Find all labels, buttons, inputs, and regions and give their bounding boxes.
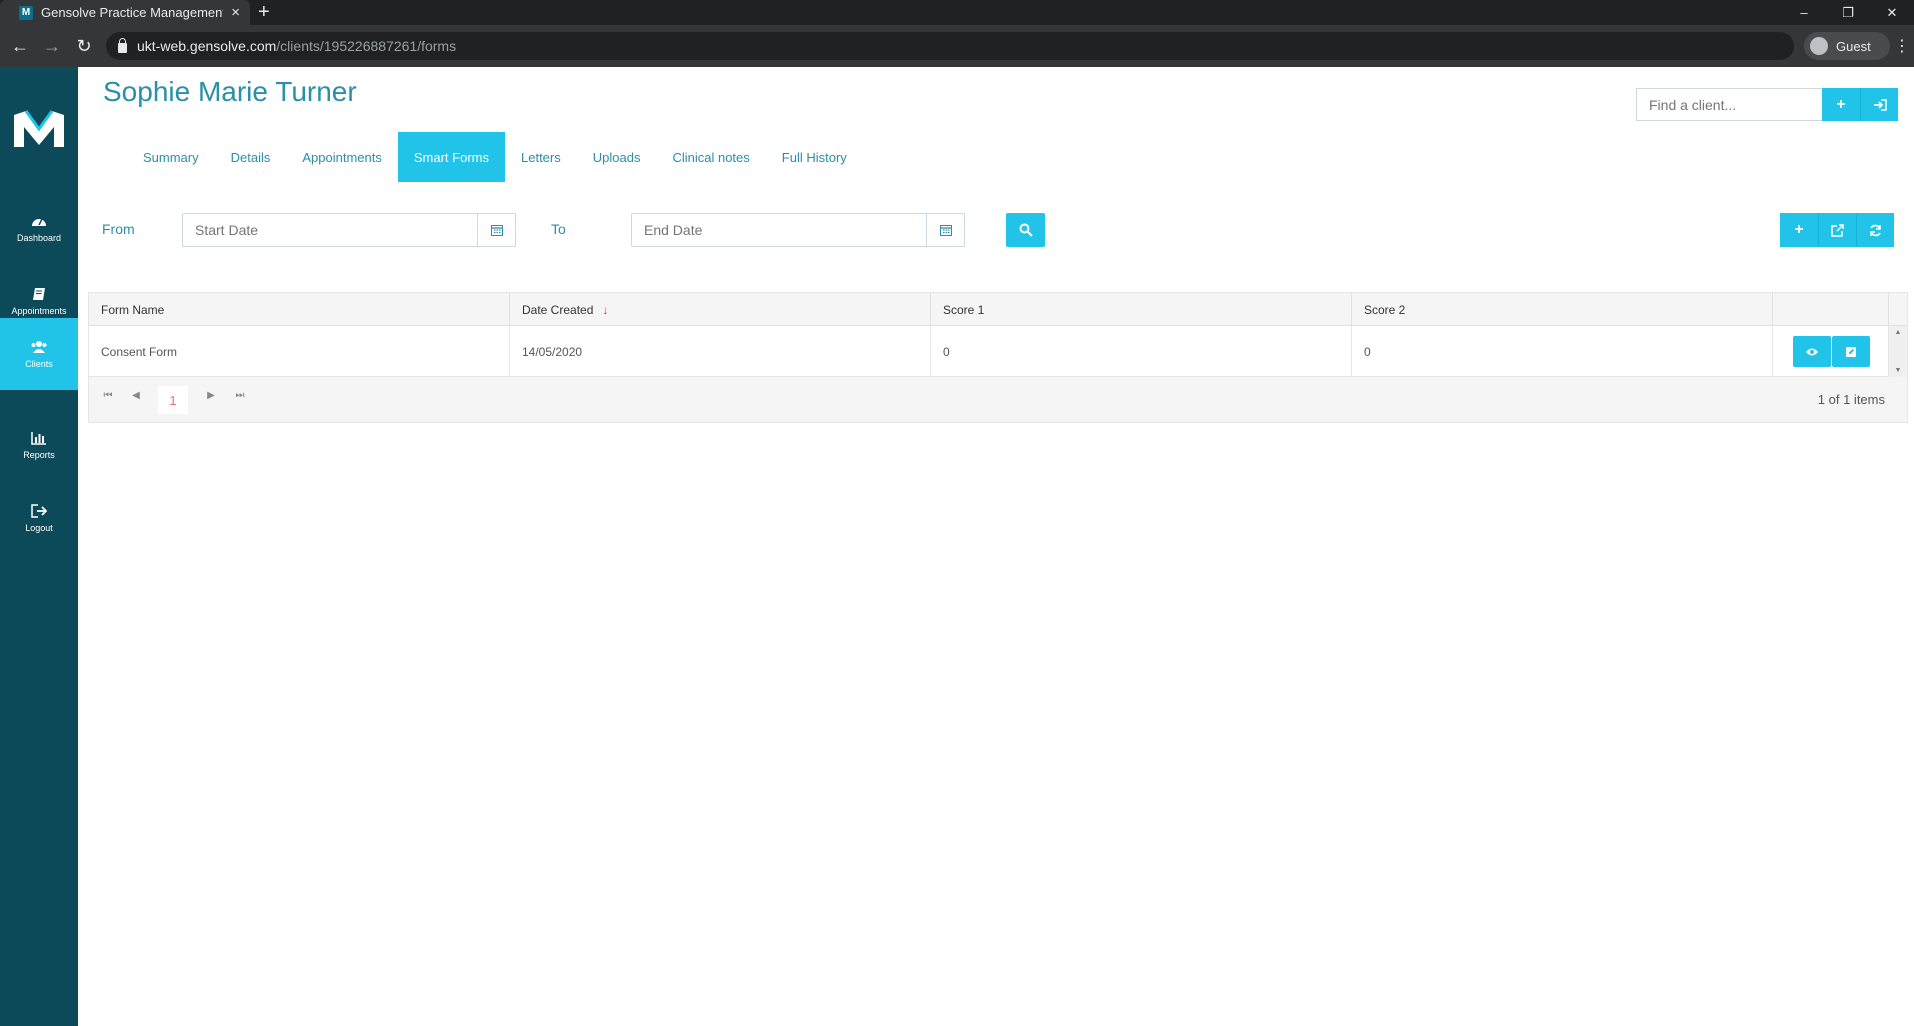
cell-actions (1773, 326, 1889, 377)
open-external-button[interactable] (1818, 213, 1856, 247)
sidebar-item-clients[interactable]: Clients (0, 318, 78, 390)
grid-actions: + (1780, 213, 1894, 247)
bar-chart-icon (31, 431, 46, 445)
last-page-icon[interactable]: ⏭ (231, 390, 249, 401)
url-host: ukt-web.gensolve.com (137, 38, 277, 54)
browser-tab[interactable]: M Gensolve Practice Management × (0, 0, 250, 25)
scroll-down-icon[interactable]: ▼ (1889, 367, 1907, 374)
column-header-score-2[interactable]: Score 2 (1352, 293, 1773, 326)
avatar-icon (1810, 37, 1828, 55)
sidebar-item-label: Dashboard (16, 232, 62, 243)
browser-toolbar: ← → ↻ ukt-web.gensolve.com/clients/19522… (0, 25, 1914, 67)
edit-form-button[interactable] (1832, 336, 1870, 367)
plus-icon: + (1794, 221, 1804, 238)
browser-tab-bar: M Gensolve Practice Management × + – ❐ ✕ (0, 0, 1914, 25)
restore-icon[interactable]: ❐ (1826, 0, 1870, 25)
reload-icon[interactable]: ↻ (70, 25, 98, 67)
end-date-input[interactable] (632, 214, 926, 246)
refresh-icon (1870, 224, 1881, 236)
url-path: /clients/195226887261/forms (276, 38, 457, 54)
edit-icon (1846, 346, 1856, 357)
page-title: Sophie Marie Turner (103, 76, 357, 107)
sidebar-item-dashboard[interactable]: Dashboard (0, 192, 78, 264)
find-client-input[interactable] (1636, 88, 1822, 121)
cell-form-name: Consent Form (89, 326, 510, 377)
new-tab-icon[interactable]: + (258, 1, 270, 23)
tab-letters[interactable]: Letters (505, 132, 577, 182)
current-page[interactable]: 1 (158, 386, 188, 414)
refresh-button[interactable] (1856, 213, 1894, 247)
column-header-score-1[interactable]: Score 1 (931, 293, 1352, 326)
cell-date-created: 14/05/2020 (510, 326, 931, 377)
sidebar-item-label: Logout (25, 522, 53, 533)
pager: ⏮ ◀ 1 ▶ ⏭ 1 of 1 items (89, 377, 1907, 422)
scroll-up-icon[interactable]: ▲ (1889, 329, 1907, 336)
cell-score-2: 0 (1352, 326, 1773, 377)
search-button[interactable] (1006, 213, 1045, 247)
sidebar-item-logout[interactable]: Logout (0, 482, 78, 554)
add-client-button[interactable]: + (1822, 88, 1860, 121)
tab-title: Gensolve Practice Management (41, 5, 224, 20)
plus-icon: + (1836, 95, 1846, 113)
column-header-actions (1773, 293, 1889, 326)
next-page-icon[interactable]: ▶ (202, 390, 220, 401)
minimize-icon[interactable]: – (1782, 0, 1826, 25)
start-date-picker (182, 213, 516, 247)
open-client-button[interactable] (1860, 88, 1898, 121)
tab-summary[interactable]: Summary (127, 132, 215, 182)
tab-appointments[interactable]: Appointments (286, 132, 398, 182)
add-form-button[interactable]: + (1780, 213, 1818, 247)
calendar-icon[interactable] (926, 214, 964, 246)
grid-scrollbar[interactable]: ▲ ▼ (1889, 326, 1907, 377)
users-icon (31, 340, 47, 353)
logo-icon (14, 110, 64, 147)
sign-out-icon (31, 503, 47, 518)
first-page-icon[interactable]: ⏮ (99, 390, 117, 401)
tab-clinical-notes[interactable]: Clinical notes (656, 132, 765, 182)
profile-label: Guest (1836, 38, 1871, 54)
window-close-icon[interactable]: ✕ (1870, 0, 1914, 25)
search-icon (1019, 223, 1033, 237)
prev-page-icon[interactable]: ◀ (127, 390, 145, 401)
sort-descending-icon: ↓ (602, 302, 609, 317)
forward-icon[interactable]: → (38, 25, 66, 67)
view-form-button[interactable] (1793, 336, 1831, 367)
tab-uploads[interactable]: Uploads (577, 132, 657, 182)
sidebar-item-label: Appointments (11, 305, 67, 316)
tab-full-history[interactable]: Full History (766, 132, 863, 182)
to-label: To (551, 221, 566, 237)
forms-grid: Form Name Date Created ↓ Score 1 Score 2… (88, 292, 1908, 423)
start-date-input[interactable] (183, 214, 477, 246)
sidebar-item-label: Reports (23, 449, 55, 460)
find-client: + (1636, 88, 1898, 121)
book-icon (33, 287, 45, 300)
tab-details[interactable]: Details (215, 132, 287, 182)
lock-icon (118, 37, 127, 53)
menu-icon[interactable]: ⋮ (1890, 25, 1914, 67)
column-header-date-created[interactable]: Date Created ↓ (510, 293, 931, 326)
tab-smart-forms[interactable]: Smart Forms (397, 132, 505, 182)
sidebar: Dashboard Appointments Clients Reports L… (0, 67, 78, 1026)
table-row[interactable]: Consent Form 14/05/2020 0 0 (89, 326, 1907, 377)
grid-header: Form Name Date Created ↓ Score 1 Score 2 (89, 293, 1907, 326)
external-link-icon (1831, 223, 1844, 237)
favicon-icon: M (19, 5, 33, 20)
cell-score-1: 0 (931, 326, 1352, 377)
sidebar-item-label: Clients (25, 358, 53, 369)
sign-in-icon (1873, 98, 1887, 111)
sidebar-item-reports[interactable]: Reports (0, 409, 78, 481)
end-date-picker (631, 213, 965, 247)
eye-icon (1806, 348, 1818, 355)
address-bar[interactable]: ukt-web.gensolve.com/clients/19522688726… (106, 32, 1794, 60)
calendar-icon[interactable] (477, 214, 515, 246)
pager-info: 1 of 1 items (1817, 392, 1885, 407)
column-header-form-name[interactable]: Form Name (89, 293, 510, 326)
profile-button[interactable]: Guest (1804, 32, 1890, 60)
close-icon[interactable]: × (231, 4, 240, 21)
client-tabs: Summary Details Appointments Smart Forms… (127, 132, 863, 182)
from-label: From (102, 221, 135, 237)
dashboard-icon (32, 218, 46, 226)
back-icon[interactable]: ← (6, 25, 34, 67)
